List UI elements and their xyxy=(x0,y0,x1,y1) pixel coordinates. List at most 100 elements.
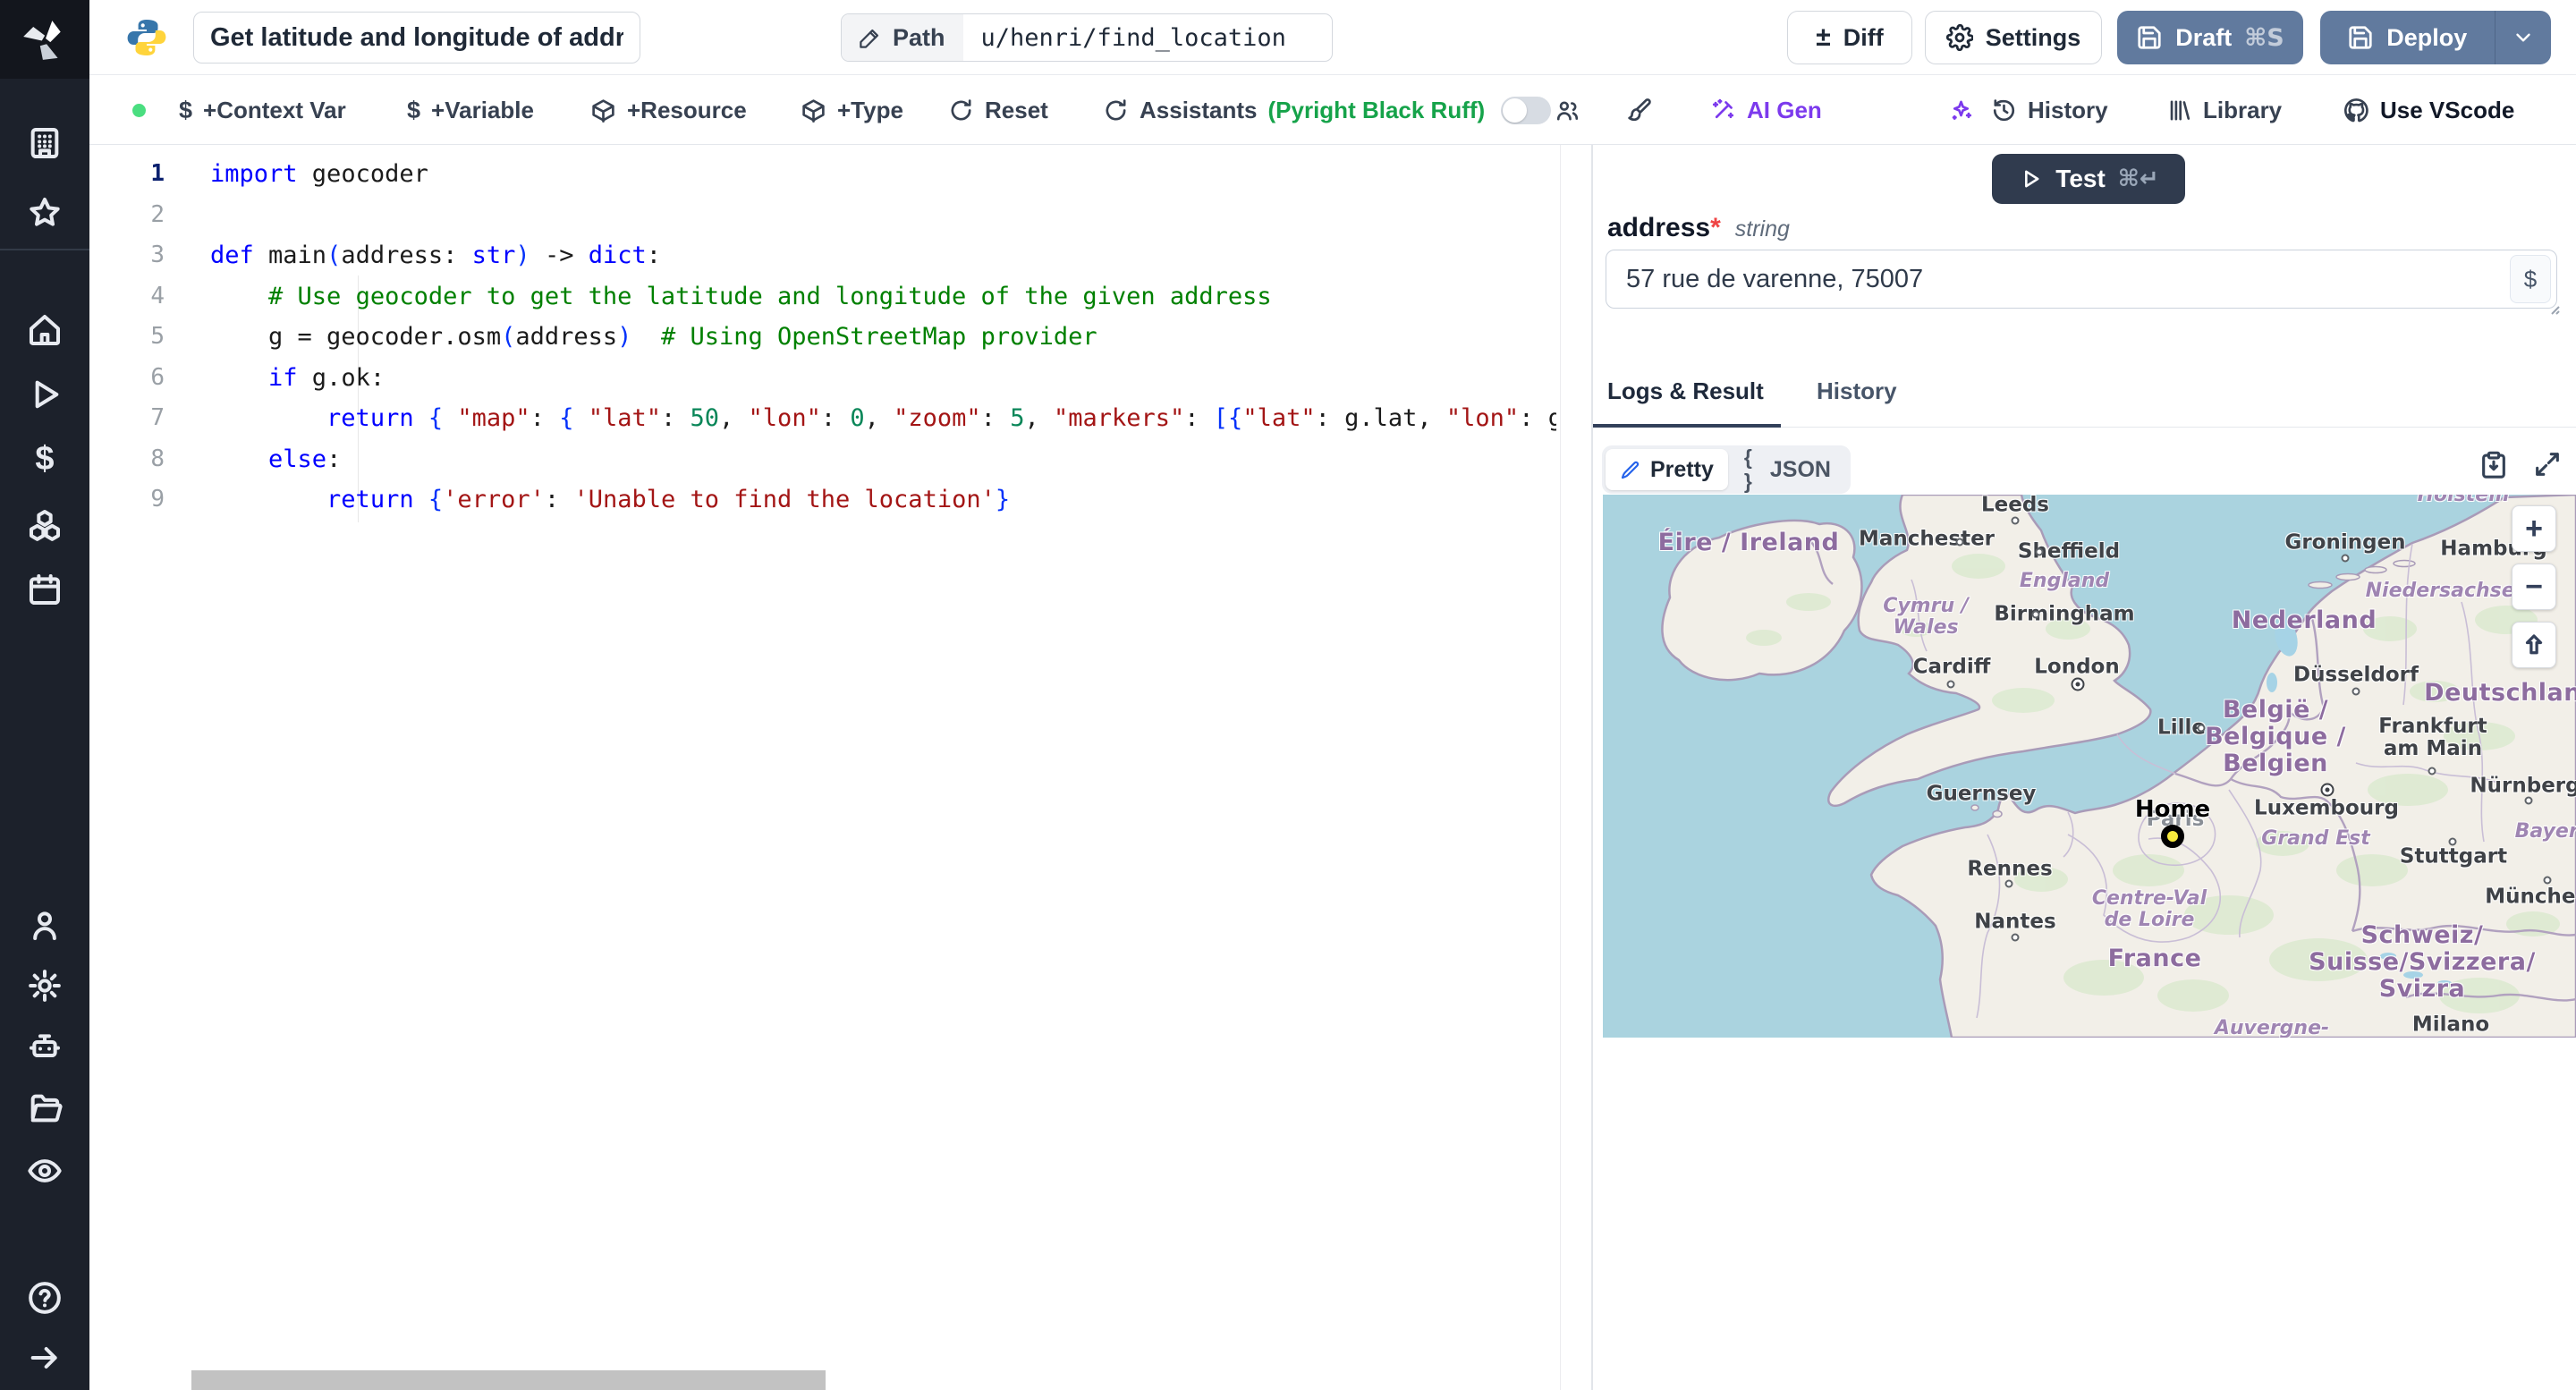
code-token: , xyxy=(719,404,749,432)
copy-result-icon[interactable] xyxy=(2479,449,2509,479)
sidebar-item-schedules[interactable] xyxy=(24,569,65,610)
map-label: Nantes xyxy=(1974,910,2056,934)
map-city-dot xyxy=(1946,680,1955,689)
add-resource-button[interactable]: +Resource xyxy=(590,75,747,145)
add-type-button[interactable]: +Type xyxy=(801,75,903,145)
code-line[interactable]: return {'error': 'Unable to find the loc… xyxy=(210,479,1556,521)
map-zoom-in-button[interactable]: + xyxy=(2512,505,2556,552)
view-pretty-button[interactable]: Pretty xyxy=(1606,449,1728,490)
diff-button[interactable]: ± Diff xyxy=(1787,11,1912,64)
address-input[interactable] xyxy=(1606,250,2557,309)
editor-code[interactable]: import geocoder def main(address: str) ->… xyxy=(210,154,1556,521)
draft-label: Draft xyxy=(2175,23,2233,51)
code-token: : g.lat, xyxy=(1315,404,1446,432)
line-number: 8 xyxy=(150,445,165,472)
use-vscode-button[interactable]: Use VScode xyxy=(2343,75,2514,145)
star-icon xyxy=(30,198,60,226)
map-city-dot xyxy=(2524,796,2533,805)
sidebar-item-expand[interactable] xyxy=(24,1337,65,1378)
sidebar: $ xyxy=(0,0,89,1390)
horizontal-scrollbar[interactable] xyxy=(191,1370,826,1390)
dollar-icon: $ xyxy=(179,96,193,123)
test-label: Test xyxy=(2055,165,2106,192)
code-line[interactable] xyxy=(210,195,1556,236)
test-button[interactable]: Test ⌘↵ xyxy=(1992,154,2185,204)
assistants-button[interactable]: Assistants (Pyright Black Ruff) xyxy=(1103,75,1485,145)
map-zoom-out-button[interactable]: − xyxy=(2512,564,2556,610)
view-json-button[interactable]: { } JSON xyxy=(1728,445,1847,494)
argument-name: address* xyxy=(1607,213,1721,242)
map-label: Centre-Val de Loire xyxy=(2091,887,2207,931)
sidebar-item-user[interactable] xyxy=(24,904,65,945)
path-chip[interactable]: Path u/henri/find_location xyxy=(841,13,1333,62)
history-label: History xyxy=(2028,96,2108,123)
map-label: Luxembourg xyxy=(2254,796,2399,820)
braces-icon: { } xyxy=(1743,445,1754,493)
tab-history[interactable]: History xyxy=(1817,377,1897,405)
eye-icon xyxy=(28,1159,62,1182)
script-title-input[interactable] xyxy=(193,12,640,64)
code-line[interactable]: # Use geocoder to get the latitude and l… xyxy=(210,276,1556,318)
code-token: -> xyxy=(530,242,589,269)
map-capital-dot xyxy=(2320,783,2334,797)
map-home-marker[interactable] xyxy=(2161,825,2184,848)
code-line[interactable]: import geocoder xyxy=(210,154,1556,195)
sidebar-item-help[interactable] xyxy=(24,1277,65,1318)
code-token: ) xyxy=(617,323,632,351)
diff-mode-toggle[interactable] xyxy=(1501,97,1551,124)
map-city-dot xyxy=(2004,879,2013,888)
ai-gen-button[interactable]: AI Gen xyxy=(1710,75,1822,145)
resize-handle-icon[interactable] xyxy=(2546,301,2561,316)
code-line[interactable]: g = geocoder.osm(address) # Using OpenSt… xyxy=(210,317,1556,358)
sidebar-item-workspace[interactable] xyxy=(24,123,65,164)
sidebar-divider xyxy=(0,249,89,250)
settings-button[interactable]: Settings xyxy=(1925,11,2102,64)
code-line[interactable]: def main(address: str) -> dict: xyxy=(210,235,1556,276)
diff-label: Diff xyxy=(1843,23,1884,51)
deploy-dropdown[interactable] xyxy=(2496,26,2551,49)
code-line[interactable]: if g.ok: xyxy=(210,358,1556,399)
code-token: g = geocoder.osm xyxy=(210,323,502,351)
header: Path u/henri/find_location ± Diff Settin… xyxy=(89,0,2576,75)
sidebar-item-audit-logs[interactable] xyxy=(24,1150,65,1191)
settings-label: Settings xyxy=(1985,23,2081,51)
draft-button[interactable]: Draft ⌘S xyxy=(2117,11,2303,64)
add-type-label: +Type xyxy=(837,96,903,123)
library-button[interactable]: Library xyxy=(2166,75,2282,145)
line-number: 5 xyxy=(150,323,165,350)
sidebar-item-resources[interactable] xyxy=(24,504,65,546)
sidebar-item-favorites[interactable] xyxy=(24,192,65,233)
sidebar-item-home[interactable] xyxy=(24,309,65,351)
sidebar-item-settings[interactable] xyxy=(24,965,65,1006)
code-line[interactable]: else: xyxy=(210,439,1556,480)
sidebar-item-folders[interactable] xyxy=(24,1088,65,1129)
add-variable-button[interactable]: $ +Variable xyxy=(407,75,534,145)
result-map[interactable]: Éire / Ireland Manchester Leeds Sheffield En… xyxy=(1603,495,2576,1038)
add-context-var-button[interactable]: $ +Context Var xyxy=(179,75,346,145)
reset-button[interactable]: Reset xyxy=(948,75,1048,145)
windmill-logo[interactable] xyxy=(0,0,89,79)
code-editor[interactable]: 123456789 import geocoder def main(addres… xyxy=(89,145,1560,1390)
deploy-button[interactable]: Deploy xyxy=(2320,11,2551,64)
format-button[interactable] xyxy=(1626,75,1652,145)
history-button[interactable]: History xyxy=(1991,75,2108,145)
result-actions xyxy=(2479,449,2563,479)
tab-logs-result[interactable]: Logs & Result xyxy=(1607,377,1764,405)
multiplayer-button[interactable] xyxy=(1555,75,1580,145)
code-token: "map" xyxy=(457,404,530,432)
insert-variable-button[interactable]: $ xyxy=(2510,255,2551,303)
sidebar-item-runs[interactable] xyxy=(24,374,65,415)
deploy-main[interactable]: Deploy xyxy=(2320,24,2495,52)
line-number: 7 xyxy=(150,404,165,431)
ai-suggest-button[interactable] xyxy=(1948,75,1974,145)
help-circle-icon xyxy=(29,1282,61,1314)
arrow-up-icon xyxy=(2525,634,2543,655)
code-line[interactable]: return { "map": { "lat": 50, "lon": 0, "… xyxy=(210,398,1556,439)
sidebar-item-workers[interactable] xyxy=(24,1026,65,1067)
expand-icon[interactable] xyxy=(2532,449,2563,479)
code-token: geocoder xyxy=(297,160,428,188)
map-recenter-button[interactable] xyxy=(2512,622,2556,668)
sidebar-item-variables[interactable]: $ xyxy=(24,438,65,479)
